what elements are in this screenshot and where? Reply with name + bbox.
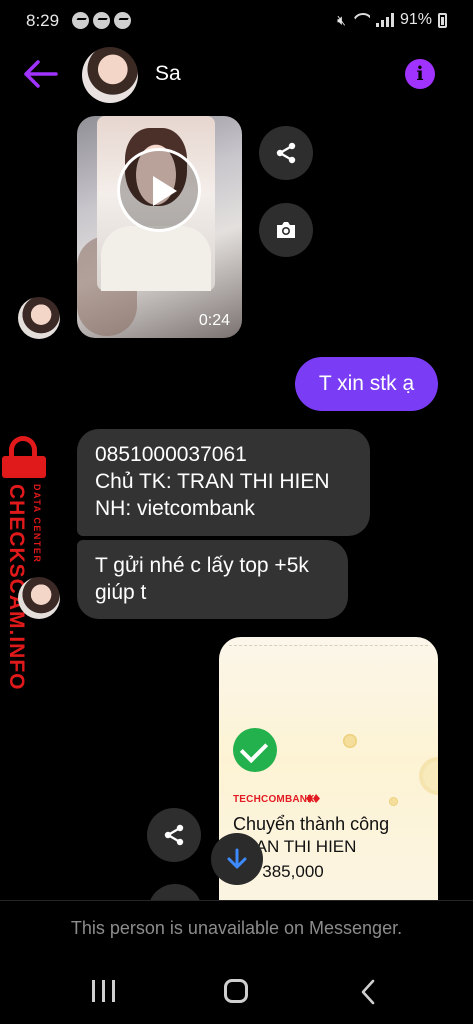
share-button[interactable] — [147, 808, 201, 862]
bank-logo-text: TECHCOMBANK — [233, 794, 315, 805]
battery-icon — [438, 12, 447, 28]
wifi-icon — [352, 13, 370, 27]
coin-decoration — [343, 734, 357, 748]
info-button[interactable]: i — [405, 59, 435, 89]
outgoing-message[interactable]: T xin stk ạ — [295, 357, 438, 411]
sender-avatar[interactable] — [18, 297, 60, 339]
camera-button[interactable] — [259, 203, 313, 257]
message-line: giúp t — [95, 581, 147, 604]
camera-icon — [277, 222, 295, 238]
recent-apps-button[interactable] — [92, 980, 116, 1002]
bank-name: NH: vietcombank — [95, 497, 255, 520]
status-indicators: 🔇︎ 91% — [337, 11, 447, 29]
receipt-status-bar — [229, 645, 428, 651]
share-icon — [276, 142, 296, 164]
success-check-icon — [233, 728, 277, 772]
share-button[interactable] — [259, 126, 313, 180]
unavailable-notice: This person is unavailable on Messenger. — [70, 918, 403, 938]
mute-icon: 🔇︎ — [337, 11, 346, 28]
contact-name[interactable]: Sa — [155, 62, 181, 86]
scroll-to-bottom-button[interactable] — [211, 833, 263, 885]
back-button[interactable] — [22, 58, 60, 90]
messenger-notification-icon — [72, 12, 89, 29]
info-icon: i — [416, 63, 424, 85]
account-holder: Chủ TK: TRAN THI HIEN — [95, 470, 330, 493]
coin-decoration — [419, 757, 438, 795]
signal-icon — [375, 13, 394, 27]
footer: This person is unavailable on Messenger. — [0, 900, 473, 1024]
conversation-header: Sa i — [0, 42, 473, 108]
status-bar: 8:29 🔇︎ 91% — [0, 0, 473, 42]
techcombank-logo-icon — [306, 794, 320, 803]
system-navigation-bar — [0, 975, 473, 1009]
system-back-button[interactable] — [360, 979, 376, 1005]
lock-icon-body — [2, 456, 46, 478]
watermark-subtext: DATA CENTER — [32, 484, 42, 564]
notification-icons — [72, 12, 131, 29]
play-icon[interactable] — [117, 148, 201, 232]
home-button[interactable] — [224, 979, 248, 1003]
video-duration: 0:24 — [198, 312, 230, 329]
account-number: 0851000037061 — [95, 443, 247, 466]
status-time: 8:29 — [26, 11, 60, 30]
battery-percentage: 91% — [399, 11, 432, 28]
arrow-down-icon — [227, 848, 247, 869]
messenger-notification-icon — [93, 12, 110, 29]
contact-avatar[interactable] — [82, 47, 138, 103]
messenger-notification-icon — [114, 12, 131, 29]
receipt-title: Chuyển thành công — [233, 814, 390, 834]
sender-avatar[interactable] — [18, 577, 60, 619]
video-thumbnail-shirt — [101, 226, 211, 291]
message-line: T gửi nhé c lấy top +5k — [95, 554, 309, 577]
back-arrow-icon — [24, 60, 58, 88]
incoming-message[interactable]: 0851000037061 Chủ TK: TRAN THI HIEN NH: … — [77, 429, 370, 536]
coin-decoration — [389, 797, 398, 806]
checkscam-watermark: CHECKSCAM.INFO DATA CENTER — [2, 436, 50, 691]
share-icon — [164, 824, 184, 846]
video-message[interactable]: 0:24 — [77, 116, 242, 338]
incoming-message[interactable]: T gửi nhé c lấy top +5k giúp t — [77, 540, 348, 619]
